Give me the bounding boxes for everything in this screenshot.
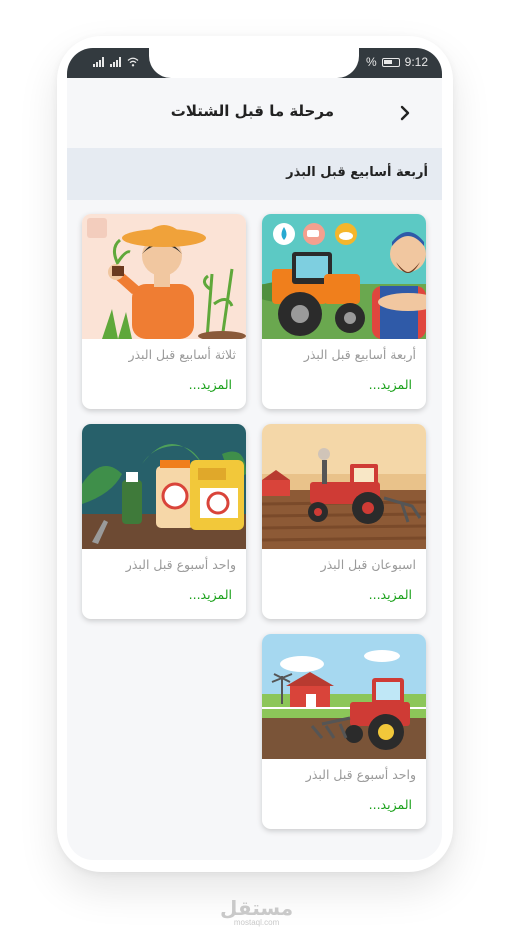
app-screen: % 9:12 مرحلة ما قبل الشتلات أربعة أسابيع… xyxy=(67,48,442,860)
more-link[interactable]: المزيد... xyxy=(369,377,412,392)
more-link[interactable]: المزيد... xyxy=(189,377,232,392)
phone-frame: % 9:12 مرحلة ما قبل الشتلات أربعة أسابيع… xyxy=(57,36,453,872)
farmer-tractor-image xyxy=(262,214,426,339)
battery-icon xyxy=(381,57,400,67)
top-app-bar: مرحلة ما قبل الشتلات xyxy=(67,78,442,148)
section-title: أربعة أسابيع قبل البذر xyxy=(286,165,428,180)
card-item[interactable]: واحد أسبوع قبل البذر المزيد... xyxy=(82,424,246,619)
tractor-plowing-image xyxy=(262,424,426,549)
card-title: ثلاثة أسابيع قبل البذر xyxy=(128,347,236,362)
watermark: مستقل mostaql.com xyxy=(220,896,293,927)
card-item[interactable]: اسبوعان قبل البذر المزيد... xyxy=(262,424,426,619)
farmer-seedling-image xyxy=(82,214,246,339)
signal-icon xyxy=(93,57,104,67)
status-icons-left xyxy=(93,57,139,67)
status-time: 9:12 xyxy=(404,55,428,69)
more-link[interactable]: المزيد... xyxy=(369,587,412,602)
battery-percent: % xyxy=(365,55,377,69)
card-title: اسبوعان قبل البذر xyxy=(320,557,416,572)
card-title: واحد أسبوع قبل البذر xyxy=(305,767,416,782)
signal-icon xyxy=(110,57,121,67)
section-header: أربعة أسابيع قبل البذر xyxy=(67,148,442,200)
chevron-right-icon[interactable] xyxy=(394,102,416,124)
page-title: مرحلة ما قبل الشتلات xyxy=(170,102,334,120)
card-title: أربعة أسابيع قبل البذر xyxy=(303,347,416,362)
card-item[interactable]: واحد أسبوع قبل البذر المزيد... xyxy=(262,634,426,829)
status-bar: % 9:12 xyxy=(67,48,442,78)
wifi-icon xyxy=(127,57,139,67)
card-title: واحد أسبوع قبل البذر xyxy=(125,557,236,572)
camera-notch xyxy=(149,48,359,78)
card-item[interactable]: أربعة أسابيع قبل البذر المزيد... xyxy=(262,214,426,409)
tractor-barn-image xyxy=(262,634,426,759)
card-item[interactable]: ثلاثة أسابيع قبل البذر المزيد... xyxy=(82,214,246,409)
pesticide-containers-image xyxy=(82,424,246,549)
more-link[interactable]: المزيد... xyxy=(369,797,412,812)
watermark-logo: مستقل xyxy=(220,896,294,920)
status-icons-right: % 9:12 xyxy=(366,55,428,69)
more-link[interactable]: المزيد... xyxy=(189,587,232,602)
